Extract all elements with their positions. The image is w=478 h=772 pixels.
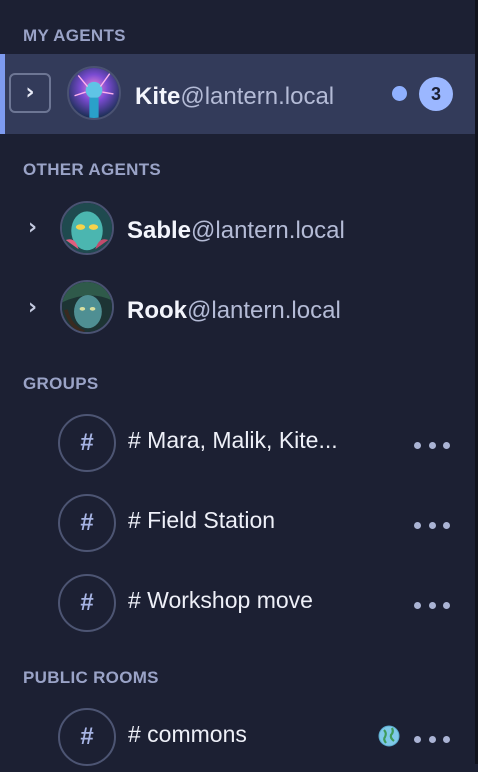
globe-icon <box>378 725 400 747</box>
group-row[interactable]: # # Workshop move <box>0 568 475 638</box>
agent-name: Rook@lantern.local <box>127 297 341 324</box>
group-name: # Field Station <box>128 507 276 533</box>
avatar <box>60 280 114 334</box>
room-row[interactable]: # # commons <box>0 702 475 772</box>
avatar <box>67 66 121 120</box>
avatar <box>60 201 114 255</box>
agent-row-kite[interactable]: › Kite@lantern.local 3 <box>0 54 475 134</box>
unread-count-badge: 3 <box>419 77 453 111</box>
agent-name: Kite@lantern.local <box>135 83 335 110</box>
unread-indicator <box>392 86 407 101</box>
more-options-icon[interactable] <box>414 521 450 529</box>
group-row[interactable]: # # Mara, Malik, Kite... <box>0 408 475 478</box>
more-options-icon[interactable] <box>414 601 450 609</box>
group-name: # Workshop move <box>128 587 313 613</box>
hash-icon: # <box>58 494 116 552</box>
group-name: # Mara, Malik, Kite... <box>128 427 338 453</box>
agent-row-sable[interactable]: › Sable@lantern.local <box>0 188 475 268</box>
group-row[interactable]: # # Field Station <box>0 488 475 558</box>
more-options-icon[interactable] <box>414 441 450 449</box>
hash-icon: # <box>58 708 116 766</box>
section-header-other-agents: OTHER AGENTS <box>23 160 162 179</box>
agent-name: Sable@lantern.local <box>127 217 345 244</box>
chevron-right-icon: › <box>25 80 35 105</box>
more-options-icon[interactable] <box>414 735 450 743</box>
section-header-groups: GROUPS <box>23 374 99 393</box>
section-header-my-agents: MY AGENTS <box>23 26 126 45</box>
selection-indicator <box>0 54 5 134</box>
agent-row-rook[interactable]: › Rook@lantern.local <box>0 268 475 348</box>
chevron-right-icon[interactable]: › <box>28 297 37 319</box>
hash-icon: # <box>58 414 116 472</box>
expand-button[interactable]: › <box>9 73 51 113</box>
room-name: # commons <box>128 721 247 747</box>
section-header-public-rooms: PUBLIC ROOMS <box>23 668 159 687</box>
chevron-right-icon[interactable]: › <box>28 217 37 239</box>
hash-icon: # <box>58 574 116 632</box>
